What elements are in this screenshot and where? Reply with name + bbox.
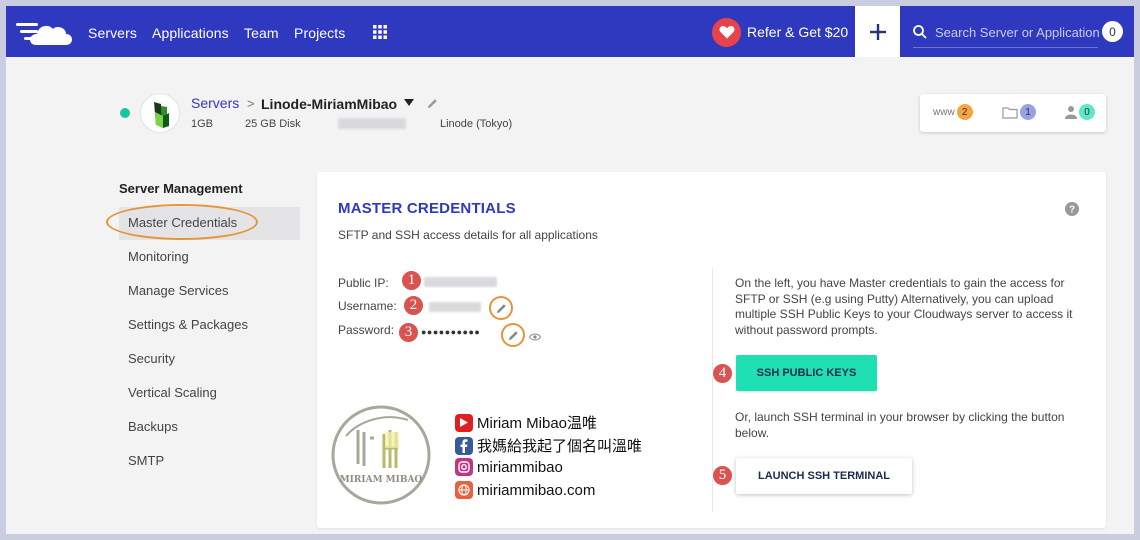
watermark-website-text: miriammibao.com (477, 481, 596, 499)
annotation-badge-4: 4 (712, 363, 733, 384)
public-ip-label: Public IP: (338, 276, 389, 290)
watermark-facebook-line: 我媽給我起了個名叫溫唯 (455, 435, 642, 456)
cloudways-logo-icon[interactable] (16, 17, 76, 47)
watermark-seal-text: MIRIAM MIBAO (340, 475, 423, 485)
nav-projects[interactable]: Projects (294, 25, 345, 41)
show-password-eye-icon[interactable] (529, 333, 541, 341)
help-icon[interactable]: ? (1065, 202, 1079, 216)
watermark-youtube-line: Miriam Mibao温唯 (455, 412, 597, 433)
annotation-badge-5: 5 (712, 465, 733, 486)
annotation-badge-1: 1 (401, 270, 422, 291)
search-input[interactable]: Search Server or Application (913, 22, 1113, 42)
watermark-instagram-line: miriammibao (455, 458, 563, 476)
password-label: Password: (338, 323, 395, 337)
search-placeholder: Search Server or Application (935, 24, 1100, 40)
pencil-icon (496, 303, 506, 313)
server-stats-card: www 2 1 0 (920, 94, 1106, 132)
users-count-badge: 0 (1079, 104, 1095, 120)
add-new-button[interactable] (855, 6, 900, 57)
stat-apps[interactable]: www 2 (933, 104, 973, 120)
card-title: MASTER CREDENTIALS (338, 200, 516, 217)
youtube-icon (455, 413, 473, 432)
pencil-icon (508, 330, 518, 340)
server-provider-avatar (140, 93, 180, 133)
linode-logo-icon (154, 102, 169, 128)
watermark-facebook-text: 我媽給我起了個名叫溫唯 (477, 438, 643, 455)
username-redacted (429, 302, 481, 312)
globe-icon (455, 481, 473, 499)
svg-text:?: ? (1069, 205, 1075, 216)
ssh-terminal-description: Or, launch SSH terminal in your browser … (735, 410, 1065, 440)
caret-down-icon[interactable] (404, 99, 414, 106)
highlight-ellipse-annotation (106, 204, 258, 240)
heart-icon (712, 17, 741, 47)
apps-count-badge: 2 (956, 104, 973, 120)
nav-applications[interactable]: Applications (152, 25, 229, 41)
refer-button[interactable]: Refer & Get $20 (712, 17, 848, 47)
menu-item-settings-packages[interactable]: Settings & Packages (128, 317, 248, 332)
facebook-icon (455, 436, 473, 455)
stat-users[interactable]: 0 (1065, 104, 1095, 120)
server-provider-location: Linode (Tokyo) (440, 118, 513, 130)
nav-team[interactable]: Team (244, 25, 279, 41)
master-credentials-card: MASTER CREDENTIALS SFTP and SSH access d… (317, 172, 1106, 528)
menu-item-manage-services[interactable]: Manage Services (128, 283, 228, 298)
server-ram: 1GB (191, 118, 214, 130)
breadcrumb-separator: > (247, 96, 255, 111)
search-underline (913, 47, 1098, 48)
folder-icon (1002, 106, 1018, 119)
watermark-instagram-text: miriammibao (477, 458, 563, 476)
launch-ssh-terminal-button[interactable]: LAUNCH SSH TERMINAL (736, 458, 912, 494)
watermark-website-line: miriammibao.com (455, 481, 595, 499)
search-icon (913, 25, 927, 39)
edit-password-button[interactable] (501, 323, 525, 347)
menu-item-monitoring[interactable]: Monitoring (128, 249, 189, 264)
files-count-badge: 1 (1020, 104, 1036, 120)
www-icon: www (933, 106, 955, 118)
public-ip-redacted (424, 277, 497, 287)
user-icon (1065, 106, 1077, 119)
server-name: Linode-MiriamMibao (261, 96, 398, 112)
notification-count-badge[interactable]: 0 (1102, 21, 1123, 42)
app-window: Servers Applications Team Projects Refer… (6, 6, 1134, 534)
top-navbar: Servers Applications Team Projects Refer… (6, 6, 1134, 57)
server-status-dot (120, 108, 130, 118)
password-masked: ●●●●●●●●●● (421, 327, 481, 337)
stat-files[interactable]: 1 (1002, 104, 1036, 120)
menu-item-vertical-scaling[interactable]: Vertical Scaling (128, 385, 217, 400)
menu-heading: Server Management (119, 181, 243, 196)
ssh-public-keys-button[interactable]: SSH PUBLIC KEYS (736, 355, 877, 391)
apps-grid-icon[interactable] (373, 25, 387, 39)
credentials-description: On the left, you have Master credentials… (735, 276, 1073, 337)
annotation-badge-2: 2 (403, 295, 424, 316)
server-disk: 25 GB Disk (245, 118, 301, 130)
annotation-badge-3: 3 (398, 322, 419, 343)
instagram-icon (455, 458, 473, 476)
watermark-youtube-text: Miriam Mibao温唯 (477, 415, 598, 432)
menu-item-smtp[interactable]: SMTP (128, 453, 164, 468)
nav-servers[interactable]: Servers (88, 25, 137, 41)
menu-item-backups[interactable]: Backups (128, 419, 178, 434)
refer-label: Refer & Get $20 (747, 24, 849, 40)
username-label: Username: (338, 299, 397, 313)
edit-server-name-icon[interactable] (427, 98, 438, 109)
breadcrumb-servers-link[interactable]: Servers (191, 95, 239, 111)
card-subtitle: SFTP and SSH access details for all appl… (338, 228, 598, 242)
plus-icon (869, 23, 886, 40)
menu-item-security[interactable]: Security (128, 351, 175, 366)
server-ip-redacted (338, 118, 406, 129)
edit-username-button[interactable] (489, 296, 513, 320)
watermark-seal-logo: MIRIAM MIBAO (331, 405, 431, 505)
